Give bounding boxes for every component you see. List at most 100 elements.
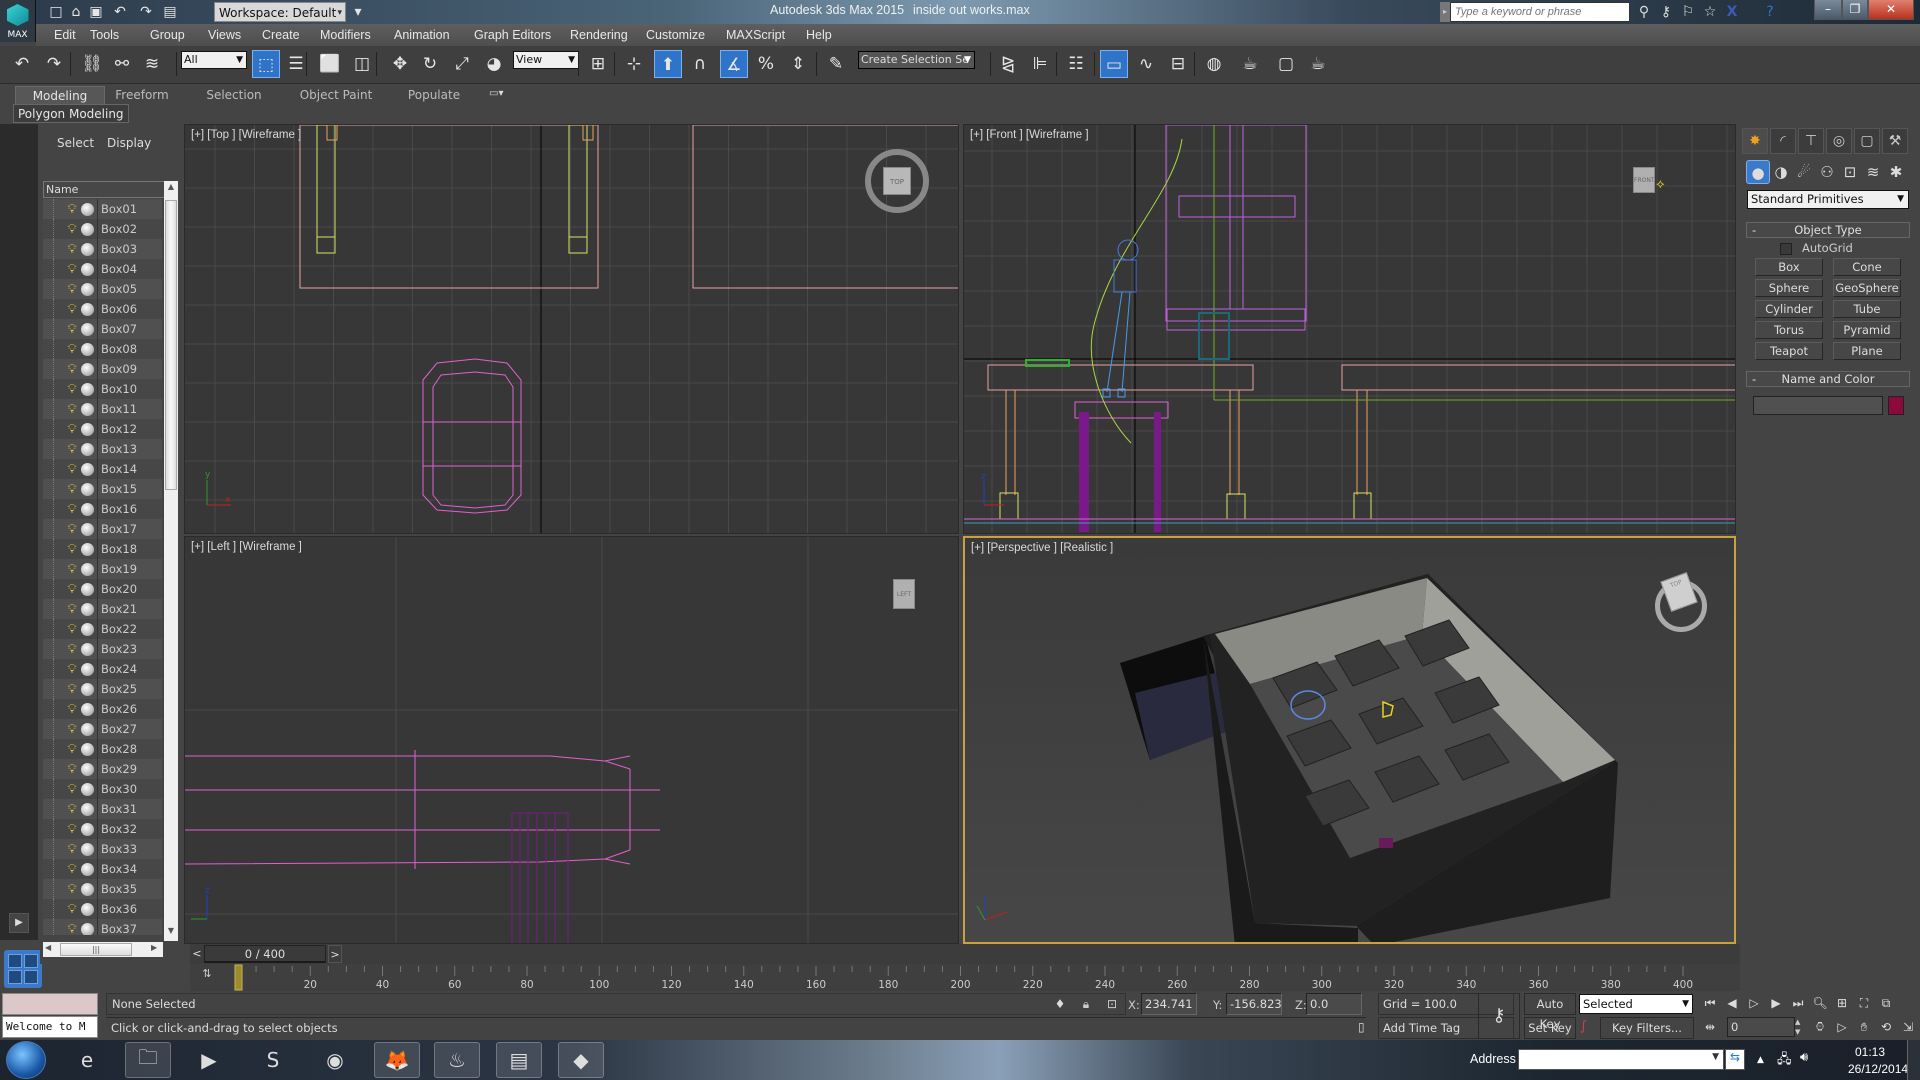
named-selection-sets-input[interactable]: Create Selection Se ▼ <box>858 51 975 69</box>
list-item[interactable]: 💡︎ Box14 <box>43 459 162 479</box>
close-button[interactable]: ✕ <box>1868 0 1914 20</box>
viewcube[interactable]: TOP <box>883 167 911 195</box>
list-item[interactable]: 💡︎ Box15 <box>43 479 162 499</box>
clock-time[interactable]: 01:13 <box>1855 1045 1885 1059</box>
workspace-selector[interactable]: Workspace: Default ▾ <box>214 2 346 22</box>
create-pyramid-button[interactable]: Pyramid <box>1833 321 1901 339</box>
ribbon-tab-selection[interactable]: Selection <box>190 86 278 104</box>
viewport-top-label[interactable]: [+] [Top ] [Wireframe ] <box>191 129 301 141</box>
cameras-category-button[interactable]: ⚇ <box>1815 160 1839 184</box>
light-bulb-visibility-icon[interactable]: 💡︎ <box>65 922 79 936</box>
quick-access-redo-button[interactable]: ↷ <box>136 2 156 22</box>
list-item[interactable]: 💡︎ Box08 <box>43 339 162 359</box>
time-tag-icon[interactable]: ▯ <box>1358 1020 1372 1036</box>
freeze-sphere-icon[interactable] <box>81 442 94 456</box>
viewport-left[interactable]: [+] [Left ] [Wireframe ] z LEFT <box>184 536 959 944</box>
menu-animation[interactable]: Animation <box>394 25 450 45</box>
light-bulb-visibility-icon[interactable]: 💡︎ <box>65 482 79 497</box>
address-toolbar-input[interactable]: ▼ <box>1518 1049 1724 1070</box>
zoom-extents-all-icon[interactable]: ⧉ <box>1876 993 1896 1013</box>
list-item[interactable]: 💡︎ Box13 <box>43 439 162 459</box>
viewport-left-label[interactable]: [+] [Left ] [Wireframe ] <box>191 541 302 553</box>
freeze-sphere-icon[interactable] <box>81 482 94 496</box>
help-search-input[interactable] <box>1450 2 1630 22</box>
key-filters-button[interactable]: Key Filters... <box>1600 1017 1694 1039</box>
list-item[interactable]: 💡︎ Box27 <box>43 719 162 739</box>
light-bulb-visibility-icon[interactable]: 💡︎ <box>65 722 79 737</box>
scene-hscroll-thumb[interactable]: ||| <box>60 943 132 956</box>
spinner-snap-button[interactable]: ⇕ <box>784 50 812 78</box>
object-name-input[interactable] <box>1753 396 1883 415</box>
freeze-sphere-icon[interactable] <box>81 422 94 436</box>
edit-named-selection-button[interactable]: ✎ <box>822 50 850 78</box>
material-editor-button[interactable]: ◍ <box>1200 50 1228 78</box>
select-and-rotate-button[interactable]: ↻ <box>416 50 444 78</box>
layer-manager-button[interactable]: ☷ <box>1062 50 1090 78</box>
rect-selection-region-button[interactable]: ⬜ <box>316 50 344 78</box>
viewport-front[interactable]: [+] [Front ] [Wireframe ] z FRONT ⟡ <box>963 124 1736 534</box>
frame-spinner[interactable]: ▲ ▼ <box>1795 1017 1803 1037</box>
create-tab[interactable]: ✸ <box>1742 128 1768 154</box>
primitive-type-dropdown[interactable]: Standard Primitives ▼ <box>1747 190 1909 209</box>
light-bulb-visibility-icon[interactable]: 💡︎ <box>65 402 79 417</box>
light-bulb-visibility-icon[interactable]: 💡︎ <box>65 882 79 897</box>
light-bulb-visibility-icon[interactable]: 💡︎ <box>65 702 79 717</box>
menu-create[interactable]: Create <box>262 25 300 45</box>
light-bulb-visibility-icon[interactable]: 💡︎ <box>65 522 79 537</box>
list-item[interactable]: 💡︎ Box09 <box>43 359 162 379</box>
pan-view-hand-icon[interactable]: ✋︎ <box>1854 1017 1874 1037</box>
taskbar-media-player[interactable]: ▶ <box>186 1042 232 1078</box>
select-object-button[interactable]: ⬚ <box>252 50 280 78</box>
select-and-link-button[interactable]: ⛓ <box>78 50 106 78</box>
address-go-icon[interactable]: ⇆ <box>1725 1049 1745 1070</box>
list-item[interactable]: 💡︎ Box02 <box>43 219 162 239</box>
show-desktop-button[interactable] <box>1907 1040 1920 1080</box>
light-bulb-visibility-icon[interactable]: 💡︎ <box>65 642 79 657</box>
menu-rendering[interactable]: Rendering <box>570 25 628 45</box>
list-item[interactable]: 💡︎ Box18 <box>43 539 162 559</box>
x-coordinate-field[interactable]: 234.741 <box>1141 993 1197 1015</box>
create-teapot-button[interactable]: Teapot <box>1755 342 1823 360</box>
list-item[interactable]: 💡︎ Box05 <box>43 279 162 299</box>
autogrid-checkbox[interactable] <box>1780 243 1792 255</box>
rollout-name-and-color[interactable]: - Name and Color <box>1746 371 1910 387</box>
align-button[interactable]: ⊫ <box>1026 50 1054 78</box>
geometry-category-button[interactable]: ● <box>1746 160 1770 184</box>
helpers-category-button[interactable]: ⊡ <box>1838 160 1862 184</box>
scene-explorer-toggle-button[interactable]: ▭ <box>1100 50 1128 78</box>
create-tube-button[interactable]: Tube <box>1833 300 1901 318</box>
rendered-frame-window-button[interactable]: ▢ <box>1272 50 1300 78</box>
light-bulb-visibility-icon[interactable]: 💡︎ <box>65 222 79 237</box>
taskbar-internet-explorer[interactable]: e <box>64 1042 110 1078</box>
freeze-sphere-icon[interactable] <box>81 662 94 676</box>
taskbar-disc-app[interactable]: ◉ <box>312 1042 358 1078</box>
light-bulb-visibility-icon[interactable]: 💡︎ <box>65 782 79 797</box>
absolute-offset-mode-icon[interactable]: ⊡ <box>1104 996 1120 1012</box>
viewcube[interactable]: LEFT <box>893 579 915 609</box>
bind-space-warp-button[interactable]: ≋ <box>138 50 166 78</box>
freeze-sphere-icon[interactable] <box>81 742 94 756</box>
list-item[interactable]: 💡︎ Box12 <box>43 419 162 439</box>
light-bulb-visibility-icon[interactable]: 💡︎ <box>65 442 79 457</box>
time-slider[interactable] <box>190 944 1740 964</box>
freeze-sphere-icon[interactable] <box>81 202 94 216</box>
set-key-button[interactable]: Set Key <box>1524 1017 1576 1039</box>
light-bulb-visibility-icon[interactable]: 💡︎ <box>65 602 79 617</box>
ribbon-tab-modeling[interactable]: Modeling <box>15 86 105 104</box>
light-bulb-visibility-icon[interactable]: 💡︎ <box>65 422 79 437</box>
time-slider-thumb[interactable]: 0 / 400 <box>204 945 326 963</box>
default-tangent-icon[interactable]: ∫ <box>1580 1019 1587 1034</box>
list-item[interactable]: 💡︎ Box21 <box>43 599 162 619</box>
freeze-sphere-icon[interactable] <box>81 762 94 776</box>
viewcube[interactable]: FRONT <box>1633 167 1655 193</box>
taskbar-skype[interactable]: S <box>250 1042 296 1078</box>
light-bulb-visibility-icon[interactable]: 💡︎ <box>65 562 79 577</box>
lights-category-button[interactable]: ☄ <box>1792 160 1816 184</box>
volume-icon[interactable]: 🔊︎ <box>1800 1050 1808 1065</box>
freeze-sphere-icon[interactable] <box>81 782 94 796</box>
binoculars-search-icon[interactable]: ⚲ <box>1634 2 1654 22</box>
redo-button[interactable]: ↷ <box>40 50 68 78</box>
taskbar-file-explorer[interactable]: 🗀 <box>125 1042 171 1078</box>
list-item[interactable]: 💡︎ Box19 <box>43 559 162 579</box>
current-frame-field[interactable]: 0 <box>1727 1017 1795 1037</box>
